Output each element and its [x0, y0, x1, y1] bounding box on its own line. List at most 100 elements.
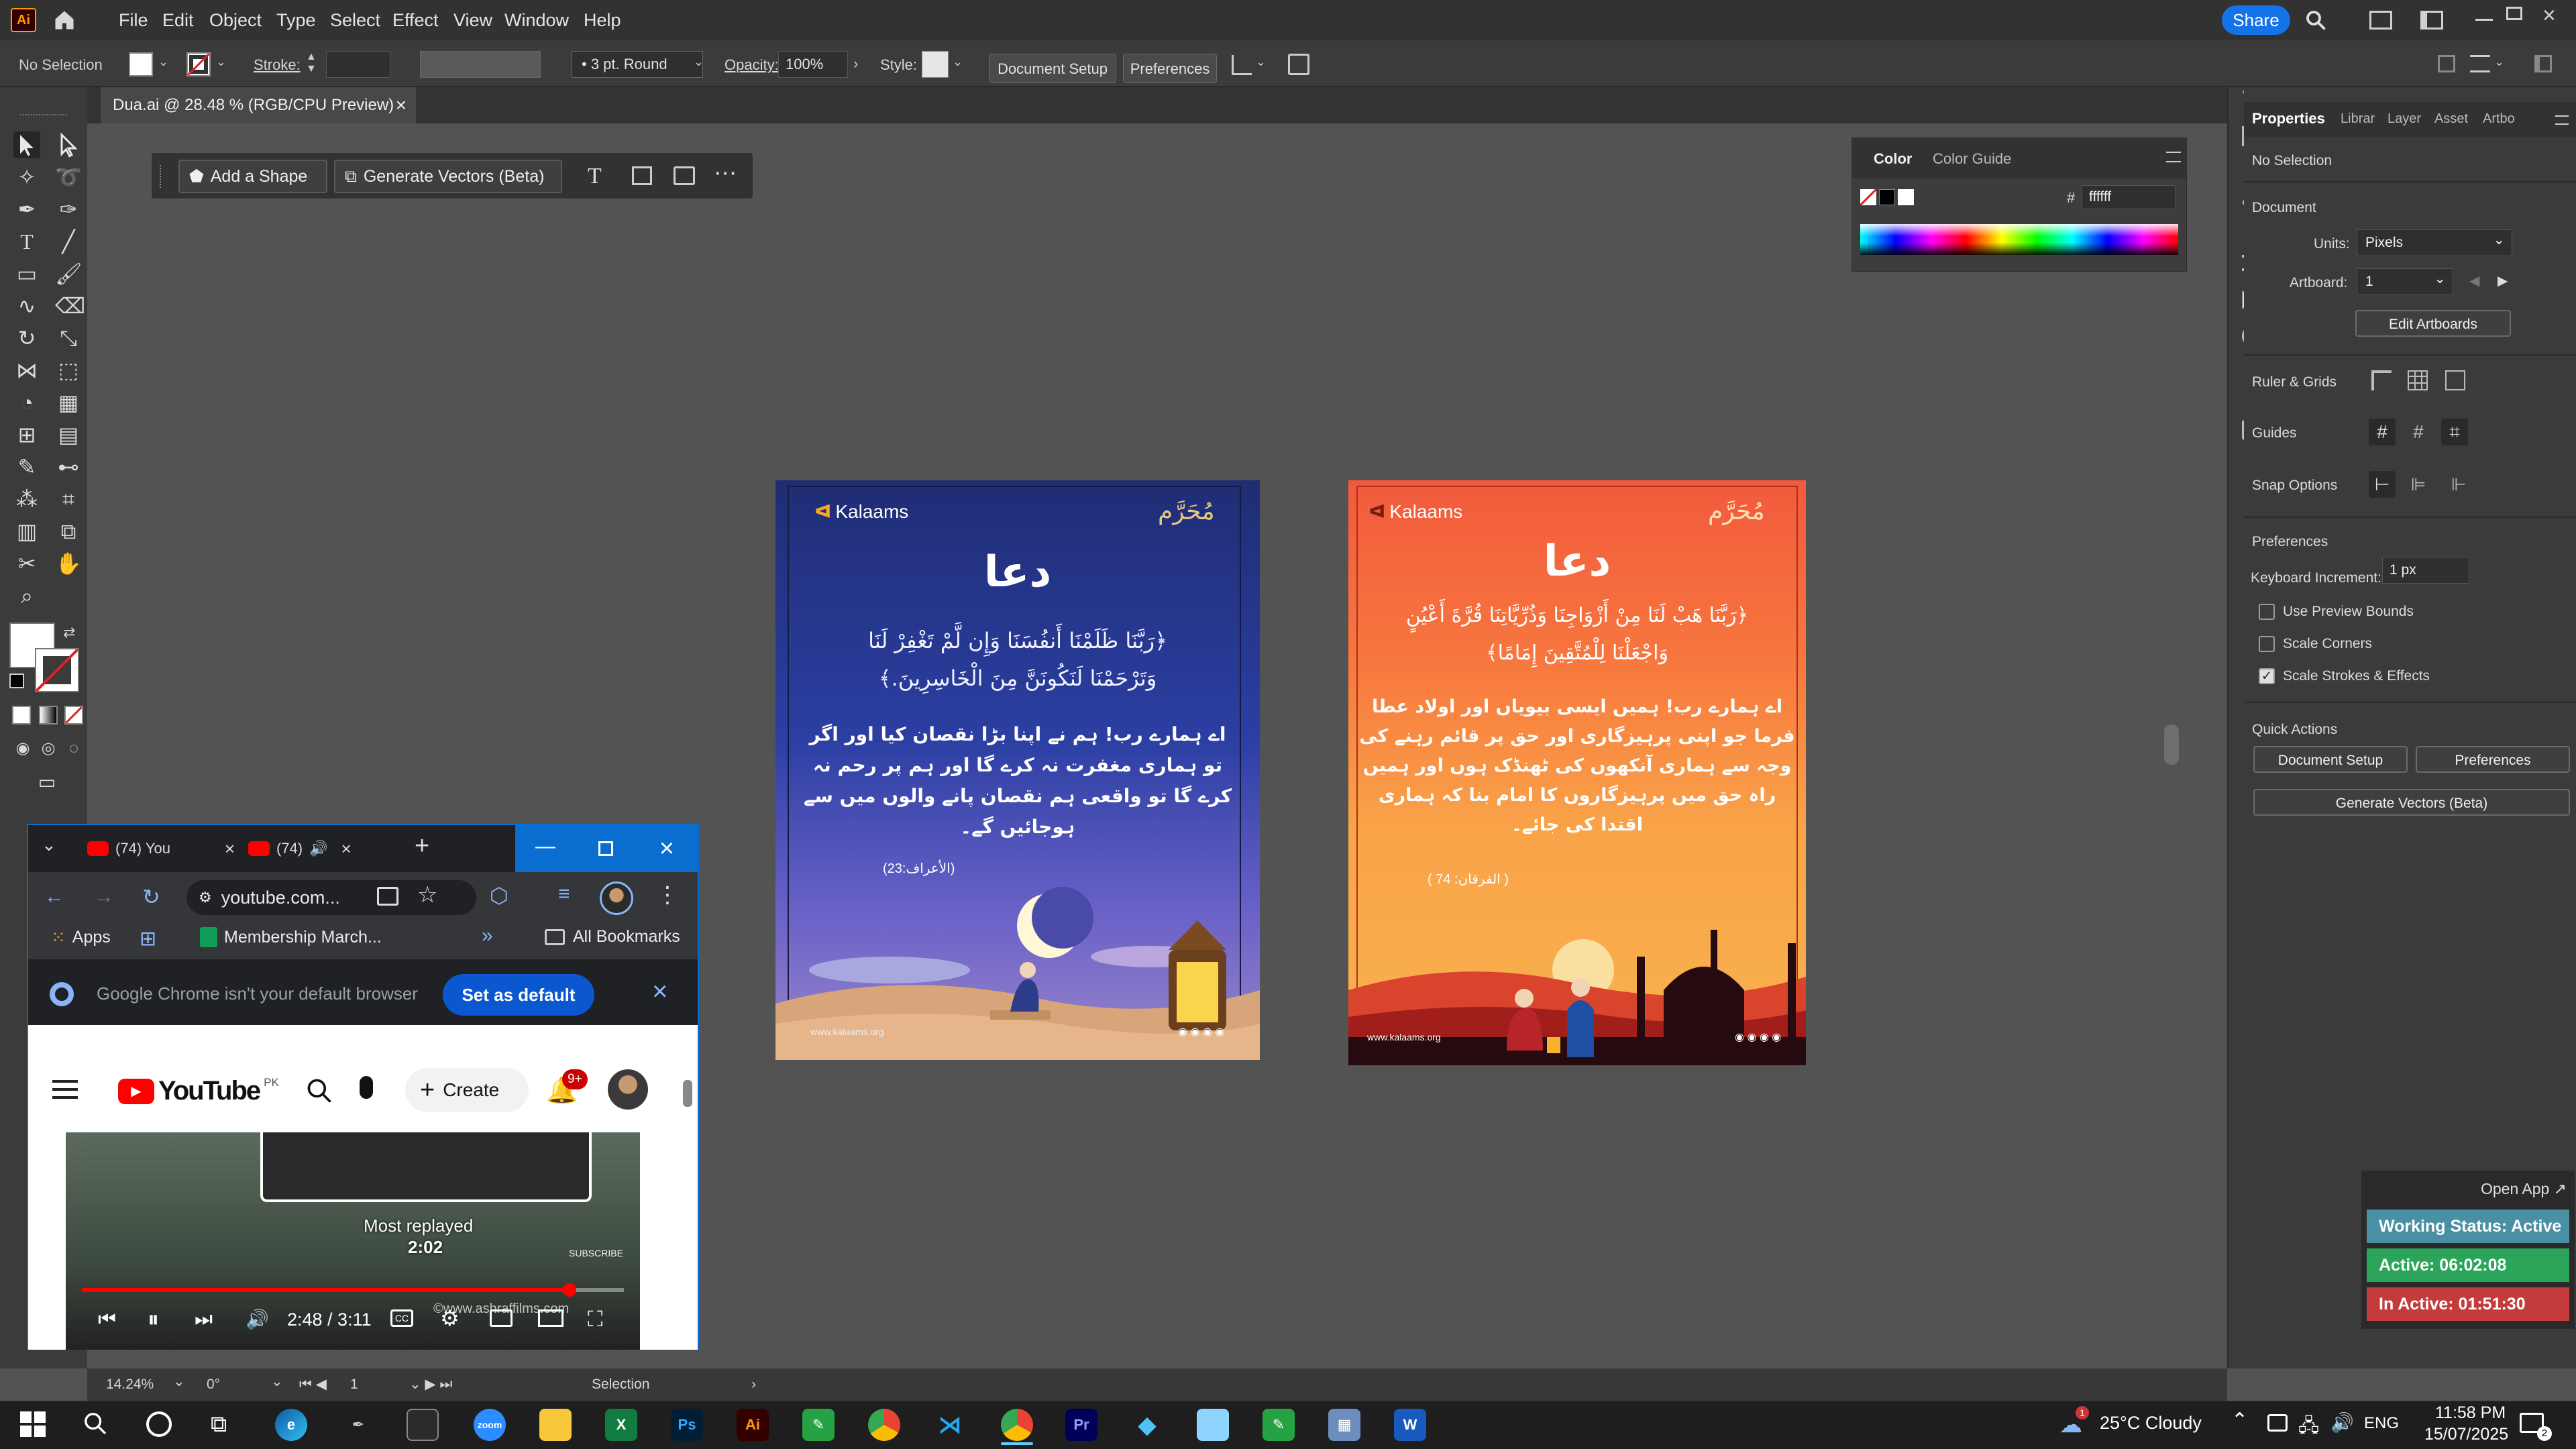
scale-strokes-checkbox[interactable]: ✓ — [2259, 668, 2275, 684]
word-icon[interactable]: W — [1394, 1409, 1426, 1441]
units-select[interactable]: Pixels ⌄ — [2357, 229, 2512, 256]
captions-icon[interactable]: CC — [390, 1309, 413, 1327]
tab-color[interactable]: Color — [1874, 150, 1912, 168]
workspace-icon[interactable] — [2369, 11, 2392, 30]
panel-menu-icon[interactable] — [2166, 152, 2181, 162]
stroke-swatch[interactable] — [186, 52, 211, 76]
close-icon[interactable]: × — [2542, 3, 2556, 29]
selection-tool-icon[interactable] — [13, 131, 40, 158]
extensions-icon[interactable]: ⬡ — [490, 883, 508, 908]
edge-icon[interactable]: e — [275, 1409, 307, 1441]
stroke-weight-input[interactable] — [326, 51, 390, 78]
draw-inside-icon[interactable]: ◌ — [60, 735, 87, 762]
rectangle-tool-icon[interactable]: ▭ — [13, 260, 40, 287]
theater-mode-icon[interactable] — [538, 1309, 564, 1327]
scale-tool-icon[interactable]: ⤡ — [55, 325, 82, 352]
minimize-icon[interactable] — [2475, 19, 2493, 21]
next-video-icon[interactable]: ⏭ — [195, 1308, 213, 1331]
language-indicator[interactable]: ENG — [2364, 1414, 2399, 1433]
snap-pixel-icon[interactable]: ⊫ — [2405, 471, 2432, 498]
tab-1-close-icon[interactable]: × — [225, 839, 235, 859]
taskbar-grip[interactable] — [160, 165, 164, 188]
tab-artboards[interactable]: Artbo — [2483, 111, 2515, 127]
menu-object[interactable]: Object — [209, 0, 262, 40]
qa-preferences-button[interactable]: Preferences — [2416, 746, 2570, 773]
prev-artboard-icon[interactable]: ◀ — [2469, 272, 2479, 289]
excel-icon[interactable]: X — [605, 1409, 637, 1441]
create-button[interactable]: + Create — [405, 1068, 529, 1112]
file-explorer-icon[interactable] — [539, 1409, 572, 1441]
status-arrow-icon[interactable]: › — [751, 1368, 756, 1401]
install-icon[interactable] — [377, 887, 398, 906]
bookmark-star-icon[interactable]: ☆ — [417, 881, 437, 908]
direct-selection-tool-icon[interactable] — [55, 131, 82, 158]
white-swatch[interactable] — [1898, 189, 1914, 205]
bookmark-apps[interactable]: ⁙ Apps — [51, 927, 111, 948]
infobar-close-icon[interactable]: × — [652, 977, 667, 1007]
volume-icon[interactable]: 🔊 — [246, 1308, 269, 1330]
new-tab-icon[interactable]: + — [415, 832, 429, 861]
free-transform-icon[interactable]: ⬚ — [55, 357, 82, 384]
app-green-icon[interactable]: ✎ — [802, 1409, 835, 1441]
skip-back-icon[interactable]: ⏮ — [98, 1308, 116, 1331]
chrome-menu-icon[interactable]: ⋮ — [656, 881, 679, 908]
zoom-level[interactable]: 14.24% — [106, 1368, 154, 1401]
menu-help[interactable]: Help — [584, 0, 621, 40]
default-colors-icon[interactable] — [9, 674, 24, 688]
hand-tool-icon[interactable]: ✋ — [55, 550, 82, 577]
tab-properties[interactable]: Properties — [2252, 110, 2325, 127]
text-tool-icon[interactable]: T — [588, 164, 602, 189]
tab-search-icon[interactable]: ⌄ — [42, 835, 56, 855]
start-icon[interactable] — [20, 1411, 46, 1437]
artboard-number[interactable]: 1 — [350, 1368, 358, 1401]
panel-menu-icon[interactable] — [2555, 115, 2569, 125]
artboard-icon[interactable] — [632, 166, 652, 185]
share-button[interactable]: Share — [2222, 5, 2290, 35]
pen-tool-icon[interactable]: ✒ — [13, 196, 40, 223]
fill-dropdown-icon[interactable]: ⌄ — [158, 55, 168, 69]
blend-tool-icon[interactable]: ⊷ — [55, 453, 82, 480]
panel-dropdown-icon[interactable]: ⌄ — [2494, 55, 2504, 69]
vscode-icon[interactable]: ⋊ — [934, 1409, 966, 1441]
live-paint-icon[interactable]: ⌗ — [55, 486, 82, 513]
eraser-icon[interactable]: ⌫ — [55, 292, 85, 319]
chrome-tab-2[interactable]: (74) 🔊 × — [248, 833, 423, 864]
export-icon[interactable] — [1288, 54, 1309, 75]
keyboard-increment-input[interactable]: 1 px — [2382, 557, 2469, 584]
zoom-tool-icon[interactable]: ⌕ — [13, 582, 40, 609]
perspective-grid-icon[interactable]: ▦ — [55, 389, 82, 416]
menu-window[interactable]: Window — [504, 0, 569, 40]
color-spectrum[interactable] — [1860, 224, 2178, 255]
color-mode-icon[interactable] — [12, 706, 31, 724]
gradient-tool-icon[interactable]: ▤ — [55, 421, 82, 448]
collapse-panels-icon[interactable] — [2534, 55, 2552, 72]
stroke-dropdown-icon[interactable]: ⌄ — [216, 55, 226, 69]
rotation-dropdown-icon[interactable]: ⌄ — [271, 1366, 283, 1398]
menu-file[interactable]: File — [119, 0, 148, 40]
task-view-icon[interactable]: ⧉ — [211, 1411, 227, 1438]
document-setup-button[interactable]: Document Setup — [989, 54, 1116, 83]
window-minimize-button[interactable]: — — [515, 825, 576, 872]
site-info-icon[interactable]: ⚙ — [199, 889, 212, 906]
panel-toggle-icon[interactable] — [2438, 55, 2455, 72]
bookmark-membership[interactable]: Membership March... — [200, 927, 382, 947]
use-preview-bounds-checkbox[interactable] — [2259, 604, 2275, 620]
smart-guides-icon[interactable]: ⌗ — [2441, 419, 2468, 445]
menu-select[interactable]: Select — [330, 0, 380, 40]
tab-assets[interactable]: Asset — [2434, 111, 2468, 127]
forward-icon[interactable]: → — [94, 885, 114, 908]
stroke-label[interactable]: Stroke: — [254, 56, 301, 74]
all-bookmarks[interactable]: All Bookmarks — [545, 927, 680, 947]
back-icon[interactable]: ← — [44, 885, 64, 908]
artboard-orange[interactable]: ᐊ Kalaams مُحَرَّم دعا ﴿رَبَّنَا هَبْ لَن… — [1348, 480, 1806, 1065]
fullscreen-icon[interactable]: ⛶ — [588, 1307, 602, 1332]
window-maximize-button[interactable] — [576, 825, 636, 872]
artboard-blue[interactable]: ᐊ Kalaams مُحَرَّم دعا ﴿رَبَّنَا ظَلَمْنَ… — [775, 480, 1260, 1060]
clock-date[interactable]: 15/07/2025 — [2424, 1425, 2508, 1444]
stroke-color-box[interactable] — [35, 648, 79, 692]
hamburger-menu-icon[interactable] — [52, 1080, 78, 1099]
edit-artboards-button[interactable]: Edit Artboards — [2355, 310, 2511, 337]
chrome-taskbar-icon[interactable] — [868, 1409, 900, 1441]
reading-list-icon[interactable]: ≡ — [558, 883, 570, 906]
artboard-tool-icon[interactable]: ⧉ — [55, 518, 82, 545]
